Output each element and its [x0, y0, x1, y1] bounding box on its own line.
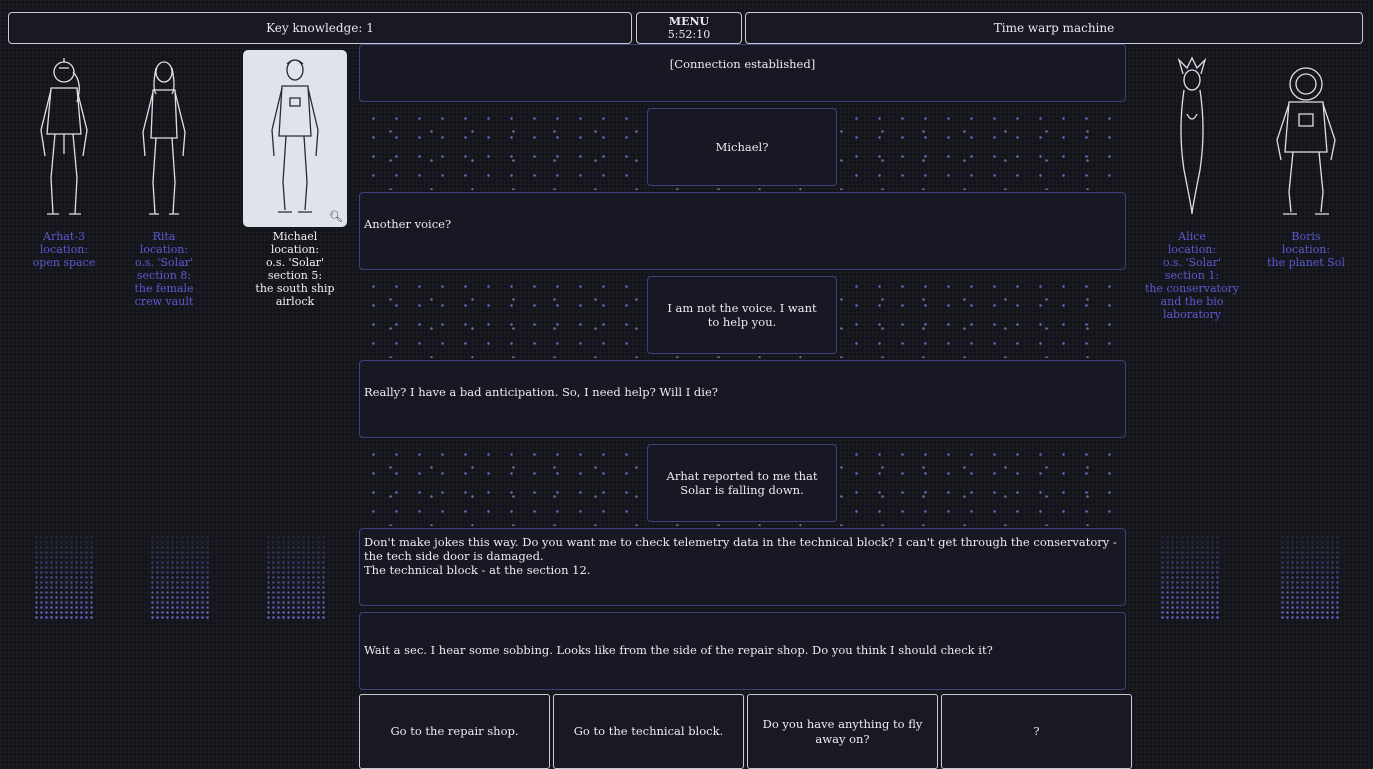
signal-dots-decoration [34, 535, 94, 620]
character-rita[interactable]: Rita location: o.s. 'Solar' section 8: t… [112, 50, 216, 308]
location-line: airlock [275, 295, 315, 308]
message-text: The technical block - at the section 12. [364, 563, 591, 577]
key-knowledge-bar: Key knowledge: 1 [8, 12, 632, 44]
location-line: the planet Sol [1267, 256, 1345, 269]
connection-status: [Connection established] [669, 57, 816, 71]
character-name: Arhat-3 [43, 230, 85, 243]
message-text: Wait a sec. I hear some sobbing. Looks l… [364, 643, 993, 657]
timer: 5:52:10 [667, 28, 711, 41]
location-line: crew vault [134, 295, 194, 308]
robot-figure-icon [12, 50, 116, 227]
location-line: open space [32, 256, 96, 269]
location-label: location: [1281, 243, 1331, 256]
location-line: the female [134, 282, 194, 295]
signal-dots-decoration [1160, 535, 1220, 620]
player-message: I am not the voice. I want to help you. [647, 276, 837, 354]
character-boris[interactable]: Boris location: the planet Sol [1254, 50, 1358, 269]
character-michael[interactable]: 🔍︎ Michael location: o.s. 'Solar' sectio… [243, 50, 347, 308]
message-text: Don't make jokes this way. Do you want m… [364, 535, 1117, 563]
character-alice[interactable]: Alice location: o.s. 'Solar' section 1: … [1140, 50, 1244, 321]
location-label: location: [39, 243, 89, 256]
choice-button[interactable]: Go to the repair shop. [359, 694, 550, 769]
dialog-area: [Connection established] Michael? Anothe… [356, 44, 1132, 769]
location-line: section 1: [1164, 269, 1220, 282]
choice-button[interactable]: ? [941, 694, 1132, 769]
location-line: the conservatory [1144, 282, 1240, 295]
key-knowledge-text: Key knowledge: 1 [266, 21, 374, 35]
choice-label: Go to the repair shop. [390, 724, 519, 738]
location-line: the south ship [255, 282, 335, 295]
spacesuit-figure-icon [1254, 50, 1358, 227]
signal-dots-decoration [1280, 535, 1340, 620]
message-text: I am not the voice. I want to help you. [667, 301, 817, 329]
npc-message: Wait a sec. I hear some sobbing. Looks l… [359, 612, 1126, 690]
player-message: Michael? [647, 108, 837, 186]
message-text: Really? I have a bad anticipation. So, I… [364, 385, 718, 399]
magnifier-icon[interactable]: 🔍︎ [329, 210, 343, 223]
character-arhat[interactable]: Arhat-3 location: open space [12, 50, 116, 269]
location-label: location: [1167, 243, 1217, 256]
character-name: Boris [1291, 230, 1321, 243]
character-name: Alice [1178, 230, 1206, 243]
choice-button[interactable]: Do you have anything to fly away on? [747, 694, 938, 769]
message-text: Another voice? [364, 217, 452, 231]
location-line: laboratory [1162, 308, 1222, 321]
message-text: Arhat reported to me that Solar is falli… [666, 469, 818, 497]
character-name: Michael [272, 230, 318, 243]
location-line: section 8: [136, 269, 192, 282]
location-title-bar: Time warp machine [745, 12, 1363, 44]
choice-label: Go to the technical block. [573, 724, 724, 738]
connection-status-panel: [Connection established] [359, 44, 1126, 102]
npc-message: Another voice? [359, 192, 1126, 270]
menu-button[interactable]: MENU 5:52:10 [636, 12, 742, 44]
location-line: o.s. 'Solar' [265, 256, 325, 269]
location-title: Time warp machine [993, 21, 1115, 35]
choice-button[interactable]: Go to the technical block. [553, 694, 744, 769]
menu-label: MENU [668, 15, 710, 28]
location-line: and the bio [1160, 295, 1224, 308]
choice-label: ? [1033, 724, 1040, 738]
astronaut-figure-icon: 🔍︎ [243, 50, 347, 227]
location-label: location: [139, 243, 189, 256]
location-line: o.s. 'Solar' [134, 256, 194, 269]
alien-figure-icon [1140, 50, 1244, 227]
location-line: o.s. 'Solar' [1162, 256, 1222, 269]
woman-figure-icon [112, 50, 216, 227]
choice-label: Do you have anything to fly away on? [762, 716, 923, 746]
signal-dots-decoration [150, 535, 210, 620]
location-label: location: [270, 243, 320, 256]
signal-dots-decoration [266, 535, 326, 620]
player-message: Arhat reported to me that Solar is falli… [647, 444, 837, 522]
character-name: Rita [152, 230, 176, 243]
npc-message: Don't make jokes this way. Do you want m… [359, 528, 1126, 606]
npc-message: Really? I have a bad anticipation. So, I… [359, 360, 1126, 438]
message-text: Michael? [715, 140, 769, 154]
location-line: section 5: [267, 269, 323, 282]
